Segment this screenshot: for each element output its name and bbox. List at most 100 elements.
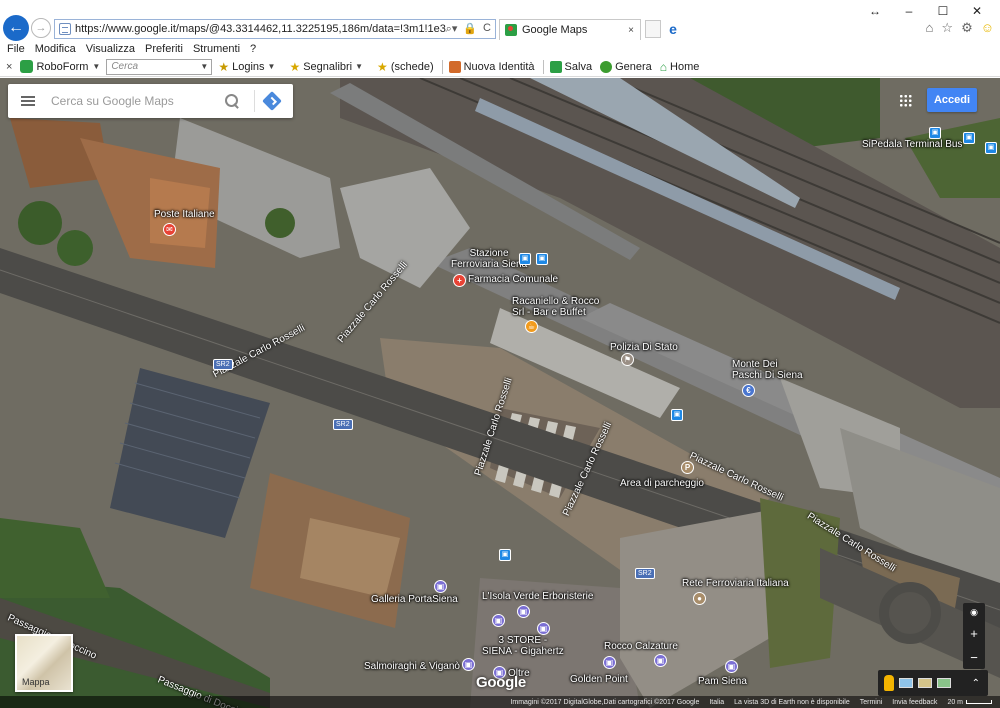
lock-icon[interactable]: 🔒 — [463, 22, 477, 36]
roboform-search-input[interactable]: Cerca ▼ — [106, 58, 213, 75]
home-button[interactable]: ⌂ Home — [660, 61, 700, 73]
shopping-bag-icon[interactable]: ▣ — [654, 654, 667, 667]
bus-stop-icon[interactable]: ▣ — [985, 142, 997, 154]
company-icon[interactable]: ● — [693, 592, 706, 605]
chevron-down-icon[interactable]: ▼ — [92, 62, 100, 71]
poi-pam-siena[interactable]: Pam Siena — [698, 676, 747, 687]
map-type-toggle[interactable]: Mappa — [15, 634, 73, 692]
bus-stop-icon[interactable]: ▣ — [963, 132, 975, 144]
chevron-down-icon[interactable]: ▼ — [200, 62, 211, 71]
feedback-link[interactable]: Invia feedback — [892, 699, 937, 706]
zoom-out-button[interactable]: − — [970, 650, 978, 665]
post-office-icon[interactable]: ✉ — [163, 223, 176, 236]
new-identity-button[interactable]: Nuova Identità — [448, 60, 535, 73]
search-dropdown-icon[interactable]: ⌕▾ — [446, 22, 458, 36]
ie-logo-icon[interactable]: e — [664, 20, 682, 38]
poi-stazione-siena[interactable]: Stazione Ferroviaria Siena — [451, 248, 527, 270]
terms-link[interactable]: Termini — [860, 699, 883, 706]
home-icon[interactable]: ⌂ — [926, 20, 934, 36]
tab-google-maps[interactable]: Google Maps × — [499, 19, 641, 40]
poi-salmoiraghi-vigano[interactable]: Salmoiraghi & Viganò — [364, 661, 460, 672]
roboform-close-icon[interactable]: × — [6, 61, 12, 73]
bus-stop-icon[interactable]: ▣ — [519, 253, 531, 265]
layer-thumb-icon[interactable] — [918, 678, 932, 688]
settings-gear-icon[interactable]: ⚙ — [961, 20, 973, 36]
poi-racaniello-rocco[interactable]: Racaniello & Rocco Srl - Bar e Buffet — [512, 296, 599, 318]
menu-strumenti[interactable]: Strumenti — [193, 43, 240, 55]
google-logo: Google — [476, 674, 526, 691]
shopping-bag-icon[interactable]: ▣ — [537, 622, 550, 635]
bus-stop-icon[interactable]: ▣ — [536, 253, 548, 265]
poi-area-parcheggio[interactable]: Area di parcheggio — [620, 478, 704, 489]
apps-grid-icon[interactable] — [899, 94, 912, 107]
back-button[interactable]: ← — [3, 15, 29, 41]
menu-help[interactable]: ? — [250, 43, 256, 55]
zoom-in-button[interactable]: + — [970, 626, 978, 641]
signin-button[interactable]: Accedi — [927, 88, 977, 112]
tab-close-icon[interactable]: × — [628, 25, 634, 36]
poi-isola-verde[interactable]: L'Isola Verde Erboristerie — [482, 591, 593, 602]
poi-3-store[interactable]: 3 STORE - SIENA - Gigahertz — [482, 635, 564, 657]
new-tab-button[interactable] — [645, 20, 661, 38]
shopping-bag-icon[interactable]: ▣ — [603, 656, 616, 669]
hamburger-menu-icon[interactable] — [21, 96, 35, 106]
address-bar[interactable]: https://www.google.it/maps/@43.3314462,1… — [54, 19, 496, 39]
poi-polizia-di-stato[interactable]: Polizia Di Stato — [610, 342, 678, 353]
maximize-icon[interactable]: ☐ — [926, 2, 960, 20]
logins-button[interactable]: ★ Logins ▼ — [218, 61, 281, 73]
tabs-button[interactable]: ★ (schede) — [377, 61, 434, 73]
road-shield-sr2: SR2 — [213, 359, 233, 370]
poi-monte-dei-paschi[interactable]: Monte Dei Paschi Di Siena — [732, 359, 803, 381]
shopping-bag-icon[interactable]: ▣ — [517, 605, 530, 618]
cafe-icon[interactable]: ☕ — [525, 320, 538, 333]
earth-unavailable: La vista 3D di Earth non è disponibile — [734, 698, 850, 706]
shopping-bag-icon[interactable]: ▣ — [434, 580, 447, 593]
poi-golden-point[interactable]: Golden Point — [570, 674, 628, 685]
police-icon[interactable]: ⚑ — [621, 353, 634, 366]
roboform-menu[interactable]: RoboForm — [36, 61, 88, 73]
search-icon[interactable] — [224, 93, 240, 109]
pegman-icon[interactable] — [884, 675, 894, 691]
url-text[interactable]: https://www.google.it/maps/@43.3314462,1… — [75, 23, 446, 35]
close-icon[interactable]: ✕ — [960, 2, 994, 20]
generate-icon — [600, 60, 613, 73]
forward-arrow-icon: → — [35, 22, 47, 34]
bicycle-icon[interactable]: ▣ — [929, 127, 941, 139]
minimize-icon[interactable]: – — [892, 2, 926, 20]
layer-thumb-icon[interactable] — [937, 678, 951, 688]
bank-euro-icon[interactable]: € — [742, 384, 755, 397]
menu-modifica[interactable]: Modifica — [35, 43, 76, 55]
compass-icon[interactable]: ◉ — [970, 607, 978, 618]
save-button[interactable]: Salva — [549, 60, 592, 73]
menu-visualizza[interactable]: Visualizza — [86, 43, 135, 55]
browser-toolbar-icons: ⌂ ☆ ⚙ ☺ — [926, 20, 994, 36]
map-search-input[interactable] — [51, 94, 221, 108]
toolbar-divider — [441, 59, 443, 74]
pharmacy-icon[interactable]: + — [453, 274, 466, 287]
generate-button[interactable]: Genera — [600, 60, 652, 73]
bookmarks-button[interactable]: ★ Segnalibri ▼ — [289, 61, 369, 73]
menu-preferiti[interactable]: Preferiti — [145, 43, 183, 55]
resize-icon[interactable]: ↔ — [858, 2, 892, 20]
poi-galleria-portasiena[interactable]: Galleria PortaSiena — [371, 594, 458, 605]
bus-stop-icon[interactable]: ▣ — [499, 549, 511, 561]
expand-icon[interactable]: ⌃ — [972, 678, 980, 689]
forward-button[interactable]: → — [31, 18, 51, 38]
menu-file[interactable]: File — [7, 43, 25, 55]
bus-stop-icon[interactable]: ▣ — [671, 409, 683, 421]
directions-icon[interactable] — [262, 91, 282, 111]
poi-poste-italiane[interactable]: Poste Italiane — [154, 209, 215, 220]
refresh-icon[interactable]: C — [483, 22, 491, 36]
layer-thumb-icon[interactable] — [899, 678, 913, 688]
imagery-credit: Immagini ©2017 DigitalGlobe,Dati cartogr… — [510, 698, 700, 706]
shopping-bag-icon[interactable]: ▣ — [492, 614, 505, 627]
poi-farmacia-comunale[interactable]: Farmacia Comunale — [468, 274, 558, 285]
satellite-map[interactable]: Accedi ✉ Poste Italiane Stazione Ferrovi… — [0, 78, 1000, 708]
shopping-bag-icon[interactable]: ▣ — [462, 658, 475, 671]
poi-sipedala-terminal[interactable]: SiPedala Terminal Bus — [862, 139, 962, 150]
poi-rocco-calzature[interactable]: Rocco Calzature — [604, 641, 678, 652]
favorites-star-icon[interactable]: ☆ — [941, 20, 953, 36]
poi-rete-ferroviaria[interactable]: Rete Ferroviaria Italiana — [682, 578, 789, 589]
shopping-cart-icon[interactable]: ▣ — [725, 660, 738, 673]
feedback-smiley-icon[interactable]: ☺ — [981, 20, 994, 36]
